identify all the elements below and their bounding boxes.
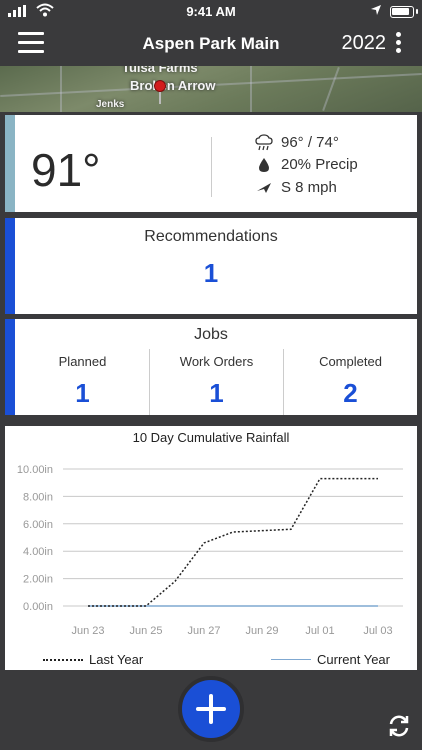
weather-divider	[211, 137, 212, 197]
vertical-dots-icon[interactable]	[396, 32, 402, 56]
legend-last-year-label: Last Year	[89, 652, 144, 667]
x-tick-label: Jul 03	[363, 625, 392, 637]
wind-speed: S 8 mph	[281, 179, 337, 196]
y-tick-label: 4.00in	[23, 546, 53, 558]
jobs-planned-label: Planned	[58, 354, 107, 369]
recommendations-count: 1	[203, 258, 219, 288]
add-button[interactable]	[178, 676, 244, 742]
location-arrow-icon	[371, 5, 381, 15]
rainfall-chart: 0.00in 2.00in 4.00in 6.00in 8.00in 10.00in Jun…	[17, 464, 403, 637]
map-pin-stem	[159, 92, 161, 104]
y-tick-label: 8.00in	[23, 491, 53, 503]
map-pin-icon[interactable]	[154, 80, 166, 92]
rainfall-chart-card[interactable]: 10 Day Cumulative Rainfall 0.00in 2.00in 4…	[5, 426, 417, 670]
map-label-small: Jenks	[96, 99, 125, 110]
jobs-work-orders-label: Work Orders	[179, 354, 254, 369]
x-tick-label: Jun 27	[187, 625, 220, 637]
x-tick-label: Jun 29	[245, 625, 278, 637]
jobs-planned-count: 1	[75, 378, 90, 408]
jobs-work-orders-count: 1	[209, 378, 224, 408]
weather-accent-bar	[5, 115, 15, 212]
weather-card[interactable]: 91° 96° / 74° 20% Precip S 8 mph	[5, 115, 417, 212]
status-time: 9:41 AM	[186, 4, 236, 19]
map-label-city: Broken Arrow	[130, 78, 216, 93]
jobs-completed-count: 2	[343, 378, 358, 408]
jobs-planned[interactable]: Planned 1	[15, 349, 150, 415]
rain-cloud-icon	[255, 134, 273, 151]
current-temperature: 91°	[31, 144, 101, 196]
legend-current-year-label: Current Year	[317, 652, 390, 667]
hi-lo-temperature: 96° / 74°	[281, 134, 339, 151]
jobs-card: Jobs Planned 1 Work Orders 1 Completed 2	[5, 319, 417, 415]
wind-direction-icon	[257, 183, 271, 193]
precipitation-chance: 20% Precip	[281, 156, 358, 173]
y-tick-label: 6.00in	[23, 519, 53, 531]
battery-icon	[390, 6, 418, 18]
x-tick-label: Jun 23	[71, 625, 104, 637]
jobs-work-orders[interactable]: Work Orders 1	[150, 349, 283, 415]
jobs-heading: Jobs	[194, 326, 228, 343]
jobs-completed[interactable]: Completed 2	[284, 349, 417, 415]
jobs-completed-label: Completed	[319, 354, 382, 369]
legend-current-year-swatch	[271, 659, 311, 660]
status-bar: 9:41 AM	[0, 0, 422, 24]
x-tick-label: Jun 25	[129, 625, 162, 637]
recommendations-card[interactable]: Recommendations 1	[5, 218, 417, 314]
series-last-year	[88, 477, 378, 607]
recommendations-heading: Recommendations	[144, 228, 278, 245]
sync-icon[interactable]	[386, 713, 412, 739]
year-selector[interactable]: 2022	[342, 32, 387, 55]
y-tick-label: 0.00in	[23, 601, 53, 613]
legend-last-year-swatch	[43, 659, 83, 661]
map-view[interactable]: Tulsa Farms Broken Arrow Jenks	[0, 66, 422, 112]
x-tick-label: Jul 01	[305, 625, 334, 637]
y-tick-label: 2.00in	[23, 574, 53, 586]
plus-icon	[209, 694, 213, 724]
droplet-icon	[259, 158, 269, 172]
map-label-top: Tulsa Farms	[122, 66, 198, 75]
y-tick-label: 10.00in	[17, 464, 53, 476]
nav-bar: Aspen Park Main 2022	[0, 24, 422, 66]
